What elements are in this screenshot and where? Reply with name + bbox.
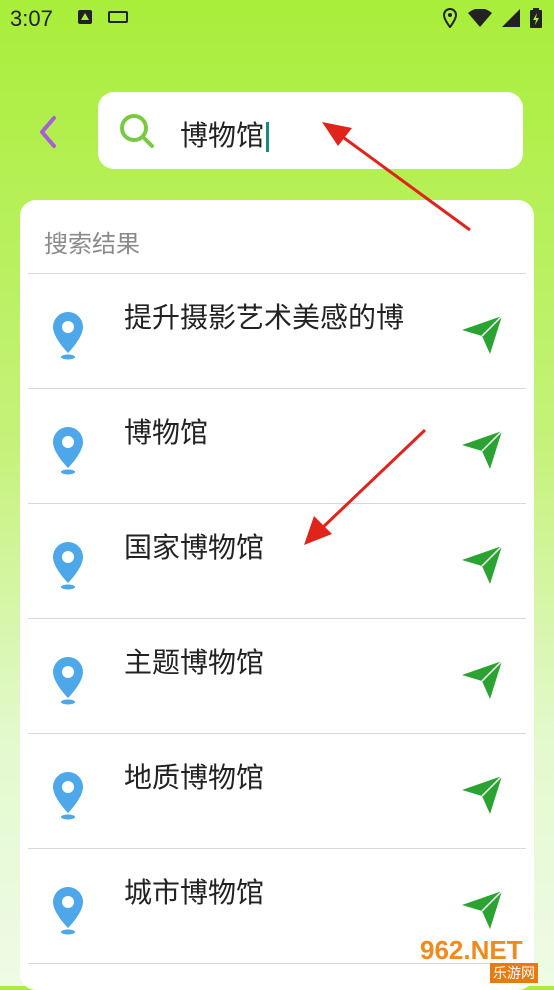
watermark-sub: 乐游网 xyxy=(490,963,538,983)
search-query: 博物馆 xyxy=(180,119,265,152)
result-label: 地质博物馆 xyxy=(124,761,265,794)
search-icon xyxy=(120,114,154,148)
map-pin-icon xyxy=(53,772,83,820)
result-item[interactable]: 国家博物馆 xyxy=(28,503,526,618)
wifi-icon xyxy=(468,9,492,27)
result-label: 国家博物馆 xyxy=(124,531,265,564)
map-pin-icon xyxy=(53,542,83,590)
battery-icon xyxy=(530,8,542,28)
watermark-logo: 962.NET 乐游网 xyxy=(420,935,550,983)
watermark-main: 962.NET xyxy=(420,935,523,965)
map-pin-icon xyxy=(53,887,83,935)
keyboard-icon xyxy=(108,11,128,23)
location-icon xyxy=(442,8,458,28)
result-label: 城市博物馆 xyxy=(124,876,265,909)
result-label: 提升摄影艺术美感的博 xyxy=(124,301,405,334)
result-item[interactable]: 提升摄影艺术美感的博 xyxy=(28,273,526,388)
status-bar: 3:07 xyxy=(0,0,554,40)
text-caret xyxy=(266,122,270,152)
status-time: 3:07 xyxy=(10,6,53,31)
navigate-icon[interactable] xyxy=(460,312,504,356)
navigate-icon[interactable] xyxy=(460,427,504,471)
navigate-icon[interactable] xyxy=(460,772,504,816)
notification-icon xyxy=(78,10,92,24)
map-pin-icon xyxy=(53,312,83,360)
result-item[interactable]: 地质博物馆 xyxy=(28,733,526,848)
back-button[interactable] xyxy=(34,112,64,152)
navigate-icon[interactable] xyxy=(460,542,504,586)
map-pin-icon xyxy=(53,427,83,475)
search-box[interactable]: 博物馆 xyxy=(98,92,523,169)
map-pin-icon xyxy=(53,657,83,705)
signal-icon xyxy=(502,9,520,27)
navigate-icon[interactable] xyxy=(460,887,504,931)
navigate-icon[interactable] xyxy=(460,657,504,701)
result-label: 博物馆 xyxy=(124,416,209,449)
search-input[interactable]: 博物馆 xyxy=(180,114,270,154)
result-item[interactable]: 主题博物馆 xyxy=(28,618,526,733)
results-title: 搜索结果 xyxy=(44,230,140,258)
result-label: 主题博物馆 xyxy=(124,646,265,679)
results-card: 搜索结果 提升摄影艺术美感的博 博物馆 国家博物馆 主题博物馆 地质博物馆 城市… xyxy=(20,200,534,990)
result-item[interactable]: 博物馆 xyxy=(28,388,526,503)
